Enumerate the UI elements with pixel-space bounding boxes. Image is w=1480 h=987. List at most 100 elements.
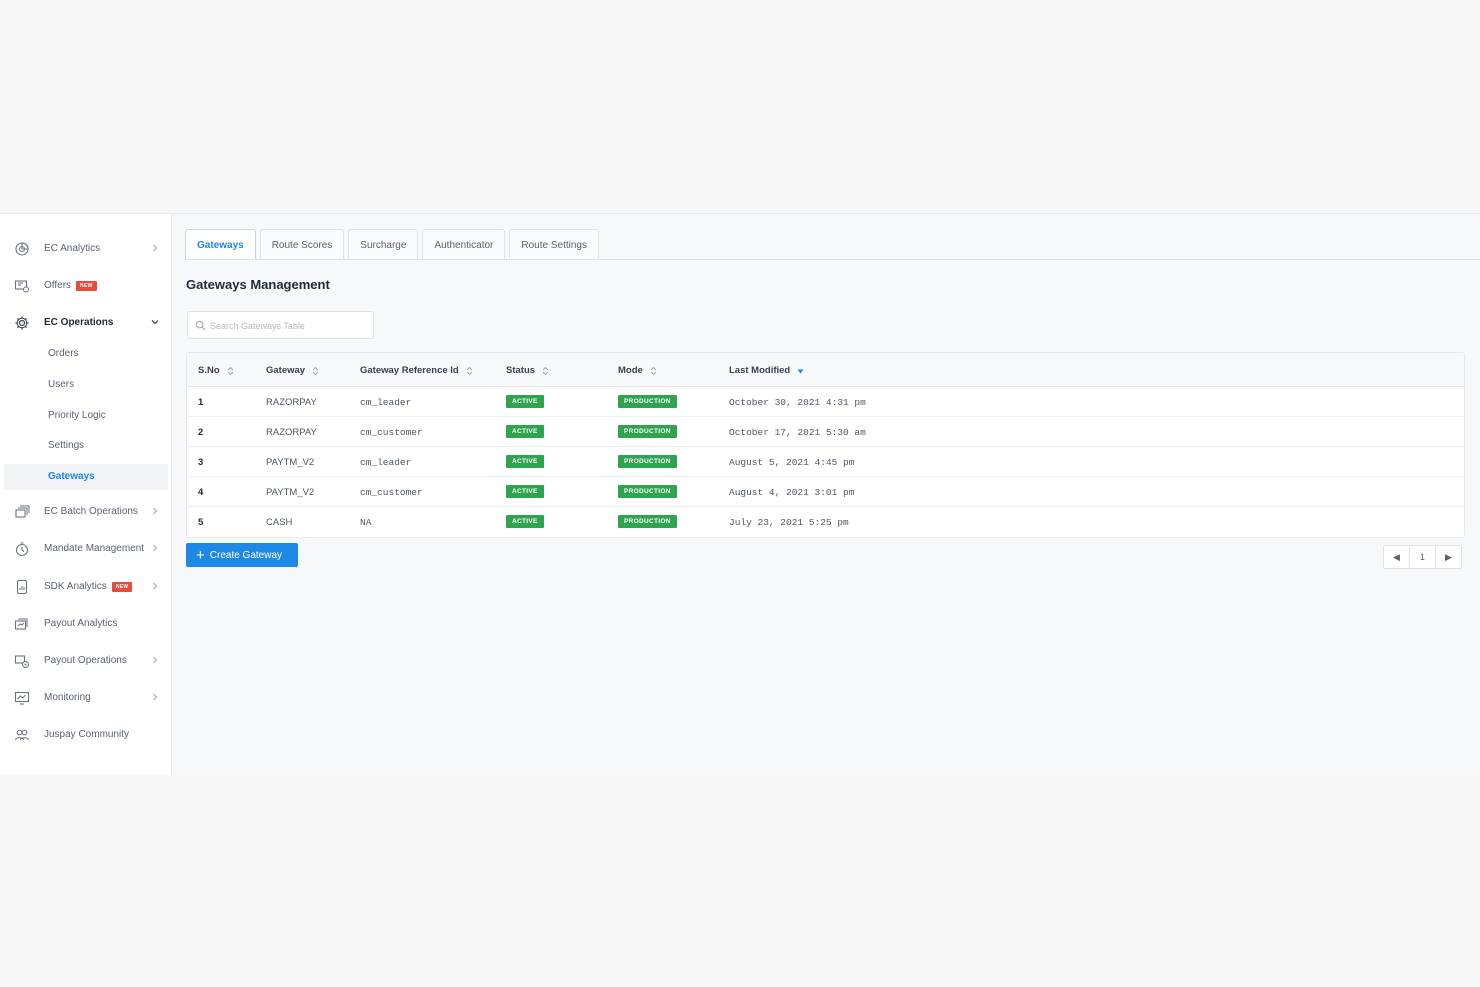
cell-last-modified: October 17, 2021 5:30 am [729, 427, 866, 438]
sidebar-subitem-priority-logic[interactable]: Priority Logic [4, 403, 168, 429]
sidebar-subitem-gateways[interactable]: Gateways [4, 464, 168, 490]
chevron-right-icon [153, 693, 158, 701]
offers-icon [14, 280, 29, 293]
cell-gateway: RAZORPAY [266, 427, 317, 438]
sort-icon [312, 366, 319, 375]
tab-route-scores[interactable]: Route Scores [259, 229, 345, 260]
tab-gateways[interactable]: Gateways [185, 229, 256, 260]
table-row[interactable]: 5 CASH NA ACTIVE PRODUCTION July 23, 2021 5:2… [187, 507, 1464, 537]
gateways-table: S.No Gateway Gateway Reference Id Status… [186, 352, 1465, 538]
sidebar: EC Analytics Offers NEW EC Operations Ord… [0, 214, 172, 775]
sidebar-subitem-orders[interactable]: Orders [4, 341, 168, 367]
tabs-divider [185, 259, 1480, 260]
chart-icon [15, 242, 29, 256]
search-box[interactable] [187, 311, 374, 339]
sidebar-item-payout-operations[interactable]: Payout Operations [4, 648, 168, 674]
chevron-down-icon [151, 320, 159, 325]
tab-bar: Gateways Route Scores Surcharge Authenti… [185, 229, 599, 260]
sidebar-item-label: Payout Operations [44, 655, 127, 666]
mandate-icon [15, 542, 29, 557]
sidebar-item-label: SDK Analytics [44, 581, 107, 592]
status-badge: ACTIVE [506, 425, 544, 438]
table-row[interactable]: 3 PAYTM_V2 cm_leader ACTIVE PRODUCTION August… [187, 447, 1464, 477]
sidebar-item-juspay-community[interactable]: Juspay Community [4, 722, 168, 748]
cell-gateway: CASH [266, 517, 293, 528]
sidebar-item-payout-analytics[interactable]: Payout Analytics [4, 611, 168, 637]
sidebar-item-label: Mandate Management [44, 543, 145, 554]
sidebar-item-label: Payout Analytics [44, 618, 118, 629]
column-header-gateway[interactable]: Gateway [266, 365, 319, 376]
page-number[interactable]: 1 [1410, 546, 1436, 568]
status-badge: ACTIVE [506, 395, 544, 408]
sidebar-item-ec-operations[interactable]: EC Operations [4, 310, 168, 336]
cell-gateway: RAZORPAY [266, 397, 317, 408]
column-header-gateway-reference-id[interactable]: Gateway Reference Id [360, 365, 473, 376]
cell-gateway-reference-id: cm_leader [360, 397, 412, 408]
search-icon [195, 320, 206, 331]
chevron-right-icon [153, 656, 158, 664]
sidebar-item-label: Monitoring [44, 692, 91, 703]
table-row[interactable]: 2 RAZORPAY cm_customer ACTIVE PRODUCTION Octo… [187, 417, 1464, 447]
tab-surcharge[interactable]: Surcharge [348, 229, 419, 260]
table-header: S.No Gateway Gateway Reference Id Status… [187, 353, 1464, 387]
status-badge: ACTIVE [506, 515, 544, 528]
next-page-button[interactable]: ▶ [1436, 546, 1461, 568]
new-badge: NEW [76, 281, 97, 291]
payout-analytics-icon [14, 618, 28, 630]
sidebar-subitem-label: Settings [48, 440, 85, 451]
create-gateway-button[interactable]: + Create Gateway [186, 543, 298, 567]
mode-badge: PRODUCTION [618, 395, 677, 408]
sidebar-item-monitoring[interactable]: Monitoring [4, 685, 168, 711]
cell-last-modified: August 5, 2021 4:45 pm [729, 457, 855, 468]
cell-last-modified: August 4, 2021 3:01 pm [729, 487, 855, 498]
status-badge: ACTIVE [506, 485, 544, 498]
sidebar-item-sdk-analytics[interactable]: SDK Analytics NEW [4, 574, 168, 600]
sidebar-item-ec-batch-operations[interactable]: EC Batch Operations [4, 499, 168, 525]
column-header-last-modified[interactable]: Last Modified [729, 365, 804, 376]
sidebar-subitem-label: Priority Logic [48, 410, 106, 421]
sidebar-item-label: Offers [44, 280, 72, 291]
mode-badge: PRODUCTION [618, 515, 677, 528]
chevron-right-icon [153, 244, 158, 252]
sort-desc-icon [797, 369, 804, 373]
plus-icon: + [196, 546, 205, 564]
cell-sno: 1 [198, 397, 204, 408]
cell-last-modified: July 23, 2021 5:25 pm [729, 517, 849, 528]
sidebar-subitem-settings[interactable]: Settings [4, 433, 168, 459]
table-row[interactable]: 1 RAZORPAY cm_leader ACTIVE PRODUCTION Octobe… [187, 387, 1464, 417]
chevron-right-icon [153, 507, 158, 515]
main-content: Gateways Route Scores Surcharge Authenti… [172, 214, 1480, 775]
table-row[interactable]: 4 PAYTM_V2 cm_customer ACTIVE PRODUCTION Augu… [187, 477, 1464, 507]
sdk-icon [16, 579, 28, 595]
column-header-sno[interactable]: S.No [198, 365, 234, 376]
sort-icon [466, 366, 473, 375]
cell-gateway: PAYTM_V2 [266, 457, 315, 468]
sidebar-item-label: EC Operations [44, 317, 114, 328]
sidebar-item-ec-analytics[interactable]: EC Analytics [4, 236, 168, 262]
new-badge: NEW [111, 582, 133, 592]
sort-icon [227, 366, 233, 375]
tab-route-settings[interactable]: Route Settings [509, 229, 599, 260]
column-header-status[interactable]: Status [506, 365, 549, 376]
sidebar-subitem-label: Users [48, 379, 75, 390]
sidebar-item-offers[interactable]: Offers NEW [4, 273, 168, 299]
cell-sno: 3 [198, 457, 204, 468]
status-badge: ACTIVE [506, 455, 544, 468]
search-input[interactable] [210, 318, 370, 334]
chevron-right-icon [153, 544, 158, 552]
cell-gateway-reference-id: cm_leader [360, 457, 412, 468]
prev-page-button[interactable]: ◀ [1384, 546, 1410, 568]
page-title: Gateways Management [186, 277, 330, 292]
sidebar-subitem-label: Gateways [48, 471, 95, 482]
cell-sno: 5 [198, 517, 204, 528]
cell-sno: 4 [198, 487, 204, 498]
sidebar-item-mandate-management[interactable]: Mandate Management [4, 536, 168, 562]
sidebar-item-label: Juspay Community [44, 729, 130, 740]
column-header-mode[interactable]: Mode [618, 365, 657, 376]
monitoring-icon [14, 691, 30, 705]
tab-authenticator[interactable]: Authenticator [422, 229, 506, 260]
cell-gateway-reference-id: cm_customer [360, 427, 423, 438]
cell-sno: 2 [198, 427, 204, 438]
sidebar-subitem-users[interactable]: Users [4, 372, 168, 398]
sidebar-item-label: EC Batch Operations [44, 506, 138, 517]
